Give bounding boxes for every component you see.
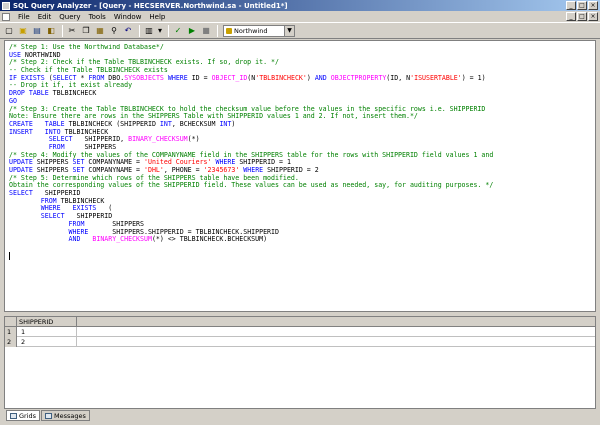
code-token: 'ISUSERTABLE' xyxy=(410,73,462,82)
table-cell[interactable]: 1 xyxy=(17,327,77,337)
code-line[interactable]: AND BINARY_CHECKSUM(*) <> TBLBINCHECK.BC… xyxy=(9,235,593,244)
menu-file[interactable]: File xyxy=(14,13,34,21)
table-row[interactable]: 2 2 xyxy=(5,337,595,347)
messages-icon xyxy=(45,412,53,419)
code-token: (*) xyxy=(187,135,200,144)
code-token: 'TBLBINCHECK' xyxy=(255,73,307,82)
tab-label: Grids xyxy=(19,411,37,420)
tab-label: Messages xyxy=(54,411,86,420)
menu-bar: File Edit Query Tools Window Help _ □ × xyxy=(0,11,600,22)
grid-icon xyxy=(10,412,17,419)
code-token: ) xyxy=(231,119,236,128)
maximize-button[interactable]: □ xyxy=(577,1,587,10)
row-number[interactable]: 1 xyxy=(5,327,17,337)
code-token: (*) <> TBLBINCHECK.BCHECKSUM) xyxy=(151,235,268,244)
text-cursor xyxy=(9,251,10,260)
database-icon[interactable]: ◧ xyxy=(45,25,57,37)
menu-edit[interactable]: Edit xyxy=(34,13,56,21)
save-icon[interactable]: ▤ xyxy=(31,25,43,37)
query-editor[interactable]: /* Step 1: Use the Northwind Database*/U… xyxy=(9,44,593,310)
close-button[interactable]: × xyxy=(588,1,598,10)
doc-close-button[interactable]: × xyxy=(588,12,598,21)
app-icon xyxy=(2,1,10,10)
table-row[interactable]: 1 1 xyxy=(5,327,595,337)
code-token: AND xyxy=(68,235,81,244)
code-line[interactable]: Obtain the corresponding values of the S… xyxy=(9,182,593,190)
chevron-down-icon[interactable]: ▼ xyxy=(284,25,294,36)
code-line[interactable]: DROP TABLE TBLBINCHECK xyxy=(9,89,593,98)
menu-help[interactable]: Help xyxy=(145,13,169,21)
code-token: ) xyxy=(306,73,315,82)
execute-icon[interactable]: ▶ xyxy=(186,25,198,37)
code-token: ) = 1) xyxy=(461,73,486,82)
stop-icon[interactable]: ■ xyxy=(200,25,212,37)
check-icon[interactable]: ✓ xyxy=(172,25,184,37)
code-line[interactable] xyxy=(9,251,593,260)
cut-icon[interactable]: ✂ xyxy=(66,25,78,37)
results-tabs: Grids Messages xyxy=(6,410,90,422)
window-title: SQL Query Analyzer - [Query - HECSERVER.… xyxy=(13,1,288,10)
grid-corner[interactable] xyxy=(5,317,17,327)
grid-header: SHIPPERID xyxy=(5,317,595,327)
code-token: OBJECT_ID xyxy=(211,73,248,82)
results-grid[interactable]: SHIPPERID 1 1 2 2 xyxy=(4,316,596,409)
toolbar-separator xyxy=(168,24,169,37)
table-cell[interactable]: 2 xyxy=(17,337,77,347)
document-window-controls: _ □ × xyxy=(566,12,598,21)
database-select[interactable]: Northwind ▼ xyxy=(223,24,295,37)
code-token: , BCHECKSUM xyxy=(171,119,220,128)
document-icon[interactable] xyxy=(2,12,10,21)
toolbar-separator xyxy=(139,24,140,37)
doc-minimize-button[interactable]: _ xyxy=(566,12,576,21)
menu-window[interactable]: Window xyxy=(110,13,146,21)
title-bar: SQL Query Analyzer - [Query - HECSERVER.… xyxy=(0,0,600,11)
code-token: WHERE xyxy=(167,73,188,82)
undo-icon[interactable]: ↶ xyxy=(122,25,134,37)
toolbar-separator xyxy=(217,24,218,37)
code-token: BINARY_CHECKSUM xyxy=(128,135,188,144)
tab-messages[interactable]: Messages xyxy=(41,410,90,421)
query-editor-frame: /* Step 1: Use the Northwind Database*/U… xyxy=(4,40,596,312)
code-token: OBJECTPROPERTY xyxy=(330,73,387,82)
minimize-button[interactable]: _ xyxy=(566,1,576,10)
copy-icon[interactable]: ❐ xyxy=(80,25,92,37)
code-token: Obtain the corresponding values of the S… xyxy=(9,181,494,190)
database-small-icon xyxy=(226,27,232,34)
code-line[interactable] xyxy=(9,244,593,252)
menu-query[interactable]: Query xyxy=(55,13,84,21)
menu-tools[interactable]: Tools xyxy=(85,13,110,21)
code-token: (ID, N xyxy=(386,73,411,82)
tab-grids[interactable]: Grids xyxy=(6,410,41,421)
execute-mode-dropdown-icon[interactable]: ▾ xyxy=(157,25,163,37)
window-controls: _ □ × xyxy=(566,1,598,10)
code-token: TBLBINCHECK xyxy=(48,89,97,98)
code-token: ID = xyxy=(187,73,212,82)
database-select-value: Northwind xyxy=(234,26,268,35)
code-token: INT xyxy=(159,119,172,128)
row-number[interactable]: 2 xyxy=(5,337,17,347)
code-token: BINARY_CHECKSUM xyxy=(92,235,152,244)
new-query-icon[interactable]: ▢ xyxy=(3,25,15,37)
column-header-shipperid[interactable]: SHIPPERID xyxy=(17,317,77,327)
toolbar: ▢ ▣ ▤ ◧ ✂ ❐ ▦ ⚲ ↶ ▥ ▾ ✓ ▶ ■ Northwind ▼ xyxy=(0,22,600,39)
paste-icon[interactable]: ▦ xyxy=(94,25,106,37)
toolbar-separator xyxy=(62,24,63,37)
execute-mode-icon[interactable]: ▥ xyxy=(143,25,155,37)
code-line[interactable]: -- Drop it if, it exist already xyxy=(9,82,593,90)
open-icon[interactable]: ▣ xyxy=(17,25,29,37)
code-token: INT xyxy=(219,119,232,128)
find-icon[interactable]: ⚲ xyxy=(108,25,120,37)
doc-restore-button[interactable]: □ xyxy=(577,12,587,21)
code-line[interactable]: /* Step 1: Use the Northwind Database*/ xyxy=(9,44,593,52)
code-token: AND xyxy=(314,73,327,82)
